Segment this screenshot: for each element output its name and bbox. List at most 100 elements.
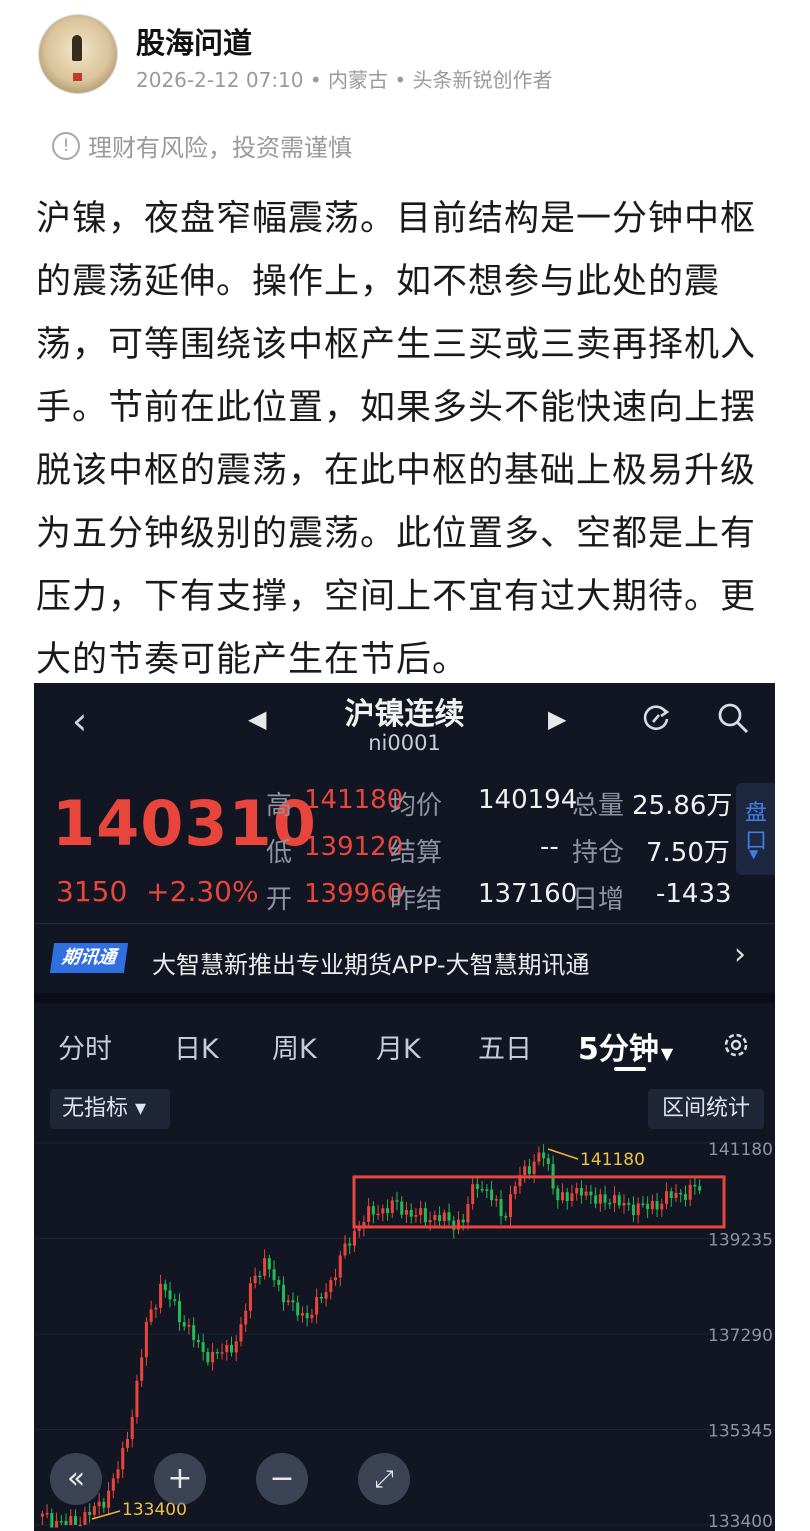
candle-body xyxy=(428,1220,432,1223)
tab-weekly-k[interactable]: 周K xyxy=(272,1027,317,1066)
search-icon[interactable] xyxy=(716,701,750,735)
candle-body xyxy=(475,1184,479,1190)
candle-body xyxy=(45,1513,49,1515)
candle-body xyxy=(201,1342,205,1352)
next-contract-icon[interactable]: ▶ xyxy=(548,705,566,733)
candle-body xyxy=(560,1192,565,1201)
candle-body xyxy=(532,1161,536,1175)
tab-5min-label: 5分钟 xyxy=(578,1032,659,1067)
change-amount: 3150 xyxy=(56,875,128,908)
candle-body xyxy=(343,1243,347,1256)
candle-body xyxy=(88,1512,92,1515)
candle-body xyxy=(107,1490,111,1508)
tab-intraday[interactable]: 分时 xyxy=(58,1027,112,1066)
candle-body xyxy=(395,1200,399,1202)
candle-body xyxy=(613,1195,617,1204)
open-interest-label: 持仓 xyxy=(572,838,625,868)
daily-change-label: 日增 xyxy=(572,885,625,915)
candle-body xyxy=(508,1194,513,1218)
risk-notice-text: 理财有风险，投资需谨慎 xyxy=(88,134,352,162)
candle-body xyxy=(674,1192,678,1198)
candle-body xyxy=(206,1351,210,1363)
candle-body xyxy=(598,1194,602,1204)
candle-body xyxy=(40,1513,44,1517)
candle-body xyxy=(419,1208,423,1216)
zoom-out-icon[interactable]: − xyxy=(256,1453,308,1505)
author-avatar[interactable] xyxy=(38,14,118,94)
candle-body xyxy=(617,1195,621,1206)
tab-monthly-k[interactable]: 月K xyxy=(376,1027,421,1066)
indicator-select[interactable]: 无指标 ▾ xyxy=(50,1089,170,1129)
change-percent: +2.30% xyxy=(146,875,259,908)
candle-body xyxy=(669,1191,673,1198)
candle-body xyxy=(367,1206,371,1222)
candle-body xyxy=(248,1283,252,1311)
period-tabs: 分时 日K 周K 月K 五日 5分钟 ▼ xyxy=(34,1007,775,1077)
candle-body xyxy=(636,1203,640,1216)
risk-notice: ! 理财有风险，投资需谨慎 xyxy=(52,128,352,163)
candle-body xyxy=(177,1300,182,1323)
candle-body xyxy=(622,1202,626,1206)
candle-body xyxy=(575,1188,579,1194)
gear-icon[interactable] xyxy=(720,1029,752,1061)
candle-body xyxy=(305,1313,309,1319)
candle-body xyxy=(447,1212,451,1221)
candle-body xyxy=(546,1158,550,1165)
candle-body xyxy=(286,1300,290,1303)
candle-body xyxy=(348,1243,352,1246)
y-tick-label: 141180 xyxy=(708,1140,773,1160)
candle-body xyxy=(627,1202,631,1205)
tab-5min[interactable]: 5分钟 ▼ xyxy=(578,1024,673,1068)
candle-body xyxy=(603,1194,607,1203)
candle-body xyxy=(504,1216,508,1218)
candle-body xyxy=(159,1283,163,1308)
candle-body xyxy=(698,1186,702,1191)
candle-body xyxy=(130,1416,134,1440)
prev-settle-value: 137160 xyxy=(478,879,578,909)
fullscreen-icon[interactable]: ⤢ xyxy=(358,1453,410,1505)
candle-body xyxy=(556,1188,560,1201)
candle-body xyxy=(300,1313,304,1316)
range-stats-button[interactable]: 区间统计 xyxy=(648,1089,764,1129)
high-label: 高 xyxy=(266,791,293,821)
candle-body xyxy=(570,1193,574,1202)
candle-body xyxy=(485,1189,489,1191)
avg-value: 140194 xyxy=(478,785,578,815)
candle-body xyxy=(688,1184,692,1200)
candle-body xyxy=(499,1198,503,1217)
candle-body xyxy=(163,1283,167,1291)
candle-body xyxy=(83,1512,87,1525)
candle-body xyxy=(660,1203,664,1210)
candle-body xyxy=(480,1189,484,1191)
candle-body xyxy=(78,1524,82,1527)
zoom-in-icon[interactable]: + xyxy=(154,1453,206,1505)
volume-value: 25.86万 xyxy=(632,791,733,821)
candle-body xyxy=(650,1201,654,1210)
futures-app-screenshot: ‹ ◀ 沪镍连续 ni0001 ▶ 140310 3150 +2.30% 高 1… xyxy=(34,683,775,1531)
tab-daily-k[interactable]: 日K xyxy=(174,1027,219,1066)
scroll-left-icon[interactable]: « xyxy=(50,1453,102,1505)
ad-banner[interactable]: 期讯通 大智慧新推出专业期货APP-大智慧期讯通 › xyxy=(34,923,775,993)
candle-body xyxy=(527,1166,531,1175)
avatar-seal xyxy=(73,73,82,81)
info-icon: ! xyxy=(52,131,80,160)
y-tick-label: 139235 xyxy=(708,1231,773,1251)
author-name[interactable]: 股海问道 xyxy=(136,20,252,62)
divider xyxy=(34,993,775,1003)
order-book-button[interactable]: 盘 口 ▼ xyxy=(736,783,775,875)
open-interest-value: 7.50万 xyxy=(646,838,730,868)
candle-body xyxy=(182,1322,186,1327)
tab-five-day[interactable]: 五日 xyxy=(478,1027,532,1066)
candle-body xyxy=(338,1255,342,1278)
avg-label: 均价 xyxy=(390,791,443,821)
candle-body xyxy=(352,1230,356,1246)
low-value: 139120 xyxy=(304,832,404,862)
candle-body xyxy=(433,1215,437,1221)
prev-settle-label: 昨结 xyxy=(390,885,443,915)
refresh-icon[interactable] xyxy=(640,701,672,733)
candle-body xyxy=(542,1152,546,1159)
candle-body xyxy=(282,1284,286,1303)
candle-body xyxy=(187,1325,191,1327)
candle-body xyxy=(442,1212,446,1222)
candle-body xyxy=(490,1189,494,1201)
